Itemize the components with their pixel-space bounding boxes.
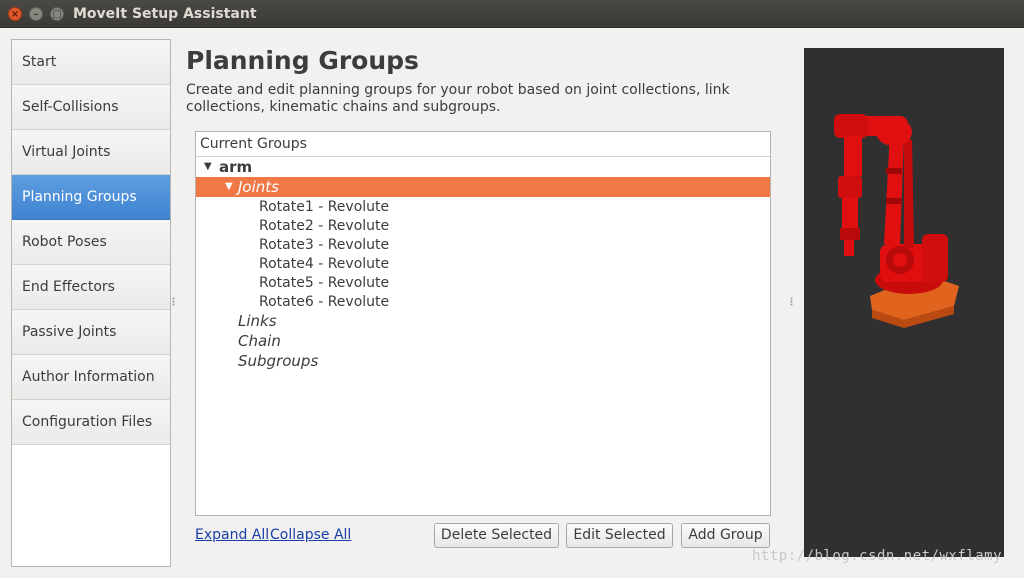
sidebar-item-self-collisions[interactable]: Self-Collisions [12, 85, 170, 130]
joint-label: Rotate1 - Revolute [259, 199, 390, 215]
delete-selected-button[interactable]: Delete Selected [434, 523, 559, 548]
sidebar-item-planning-groups[interactable]: Planning Groups [12, 175, 170, 220]
splitter-grip-icon [790, 297, 793, 306]
sidebar-item-configuration-files[interactable]: Configuration Files [12, 400, 170, 445]
sidebar-item-end-effectors[interactable]: End Effectors [12, 265, 170, 310]
groups-tree[interactable]: Current Groups ▼ arm ▼ Joints Rotate1 - … [195, 131, 771, 516]
group-label: arm [219, 158, 253, 176]
joint-label: Rotate4 - Revolute [259, 256, 390, 272]
sidebar-item-start[interactable]: Start [12, 40, 170, 85]
tree-item-joints[interactable]: ▼ Joints [196, 177, 770, 197]
expand-all-link[interactable]: Expand All [195, 527, 269, 543]
left-splitter-handle[interactable] [172, 297, 175, 306]
window-titlebar: × – □ MoveIt Setup Assistant [0, 0, 1024, 28]
sidebar-nav: Start Self-Collisions Virtual Joints Pla… [11, 39, 171, 567]
sidebar-item-author-information[interactable]: Author Information [12, 355, 170, 400]
tree-item-joint[interactable]: Rotate4 - Revolute [196, 254, 770, 274]
subgroups-label: Subgroups [238, 352, 319, 370]
robot-model-icon [834, 114, 959, 328]
tree-item-joint[interactable]: Rotate5 - Revolute [196, 273, 770, 293]
tree-item-group[interactable]: ▼ arm [196, 157, 770, 177]
joint-label: Rotate5 - Revolute [259, 275, 390, 291]
tree-header: Current Groups [196, 132, 770, 157]
splitter-grip-icon [172, 297, 175, 306]
sidebar-item-virtual-joints[interactable]: Virtual Joints [12, 130, 170, 175]
links-label: Links [238, 312, 277, 330]
page-description: Create and edit planning groups for your… [186, 82, 730, 115]
robot-3d-viewport[interactable] [804, 48, 1004, 557]
sidebar-item-robot-poses[interactable]: Robot Poses [12, 220, 170, 265]
joints-label: Joints [238, 178, 279, 196]
chain-label: Chain [238, 332, 281, 350]
edit-selected-button[interactable]: Edit Selected [566, 523, 673, 548]
window-title: MoveIt Setup Assistant [73, 6, 257, 22]
maximize-icon: □ [52, 9, 62, 20]
tree-item-subgroups[interactable]: Subgroups [196, 351, 770, 371]
sidebar-item-passive-joints[interactable]: Passive Joints [12, 310, 170, 355]
minimize-icon: – [33, 9, 39, 20]
joint-label: Rotate6 - Revolute [259, 294, 390, 310]
add-group-button[interactable]: Add Group [681, 523, 770, 548]
joint-label: Rotate3 - Revolute [259, 237, 390, 253]
tree-item-joint[interactable]: Rotate1 - Revolute [196, 197, 770, 217]
watermark-text: http://blog.csdn.net/wxflamy [752, 548, 1003, 564]
tree-item-chain[interactable]: Chain [196, 331, 770, 351]
right-splitter-handle[interactable] [790, 297, 793, 306]
close-window-button[interactable]: × [8, 7, 22, 21]
joint-label: Rotate2 - Revolute [259, 218, 390, 234]
close-icon: × [10, 9, 20, 20]
expand-arrow-icon[interactable]: ▼ [225, 177, 233, 197]
maximize-window-button[interactable]: □ [50, 7, 64, 21]
page-title: Planning Groups [186, 46, 419, 75]
tree-item-joint[interactable]: Rotate3 - Revolute [196, 235, 770, 255]
expand-arrow-icon[interactable]: ▼ [204, 157, 212, 177]
tree-item-links[interactable]: Links [196, 311, 770, 331]
minimize-window-button[interactable]: – [29, 7, 43, 21]
tree-item-joint[interactable]: Rotate2 - Revolute [196, 216, 770, 236]
tree-item-joint[interactable]: Rotate6 - Revolute [196, 292, 770, 312]
collapse-all-link[interactable]: Collapse All [270, 527, 351, 543]
